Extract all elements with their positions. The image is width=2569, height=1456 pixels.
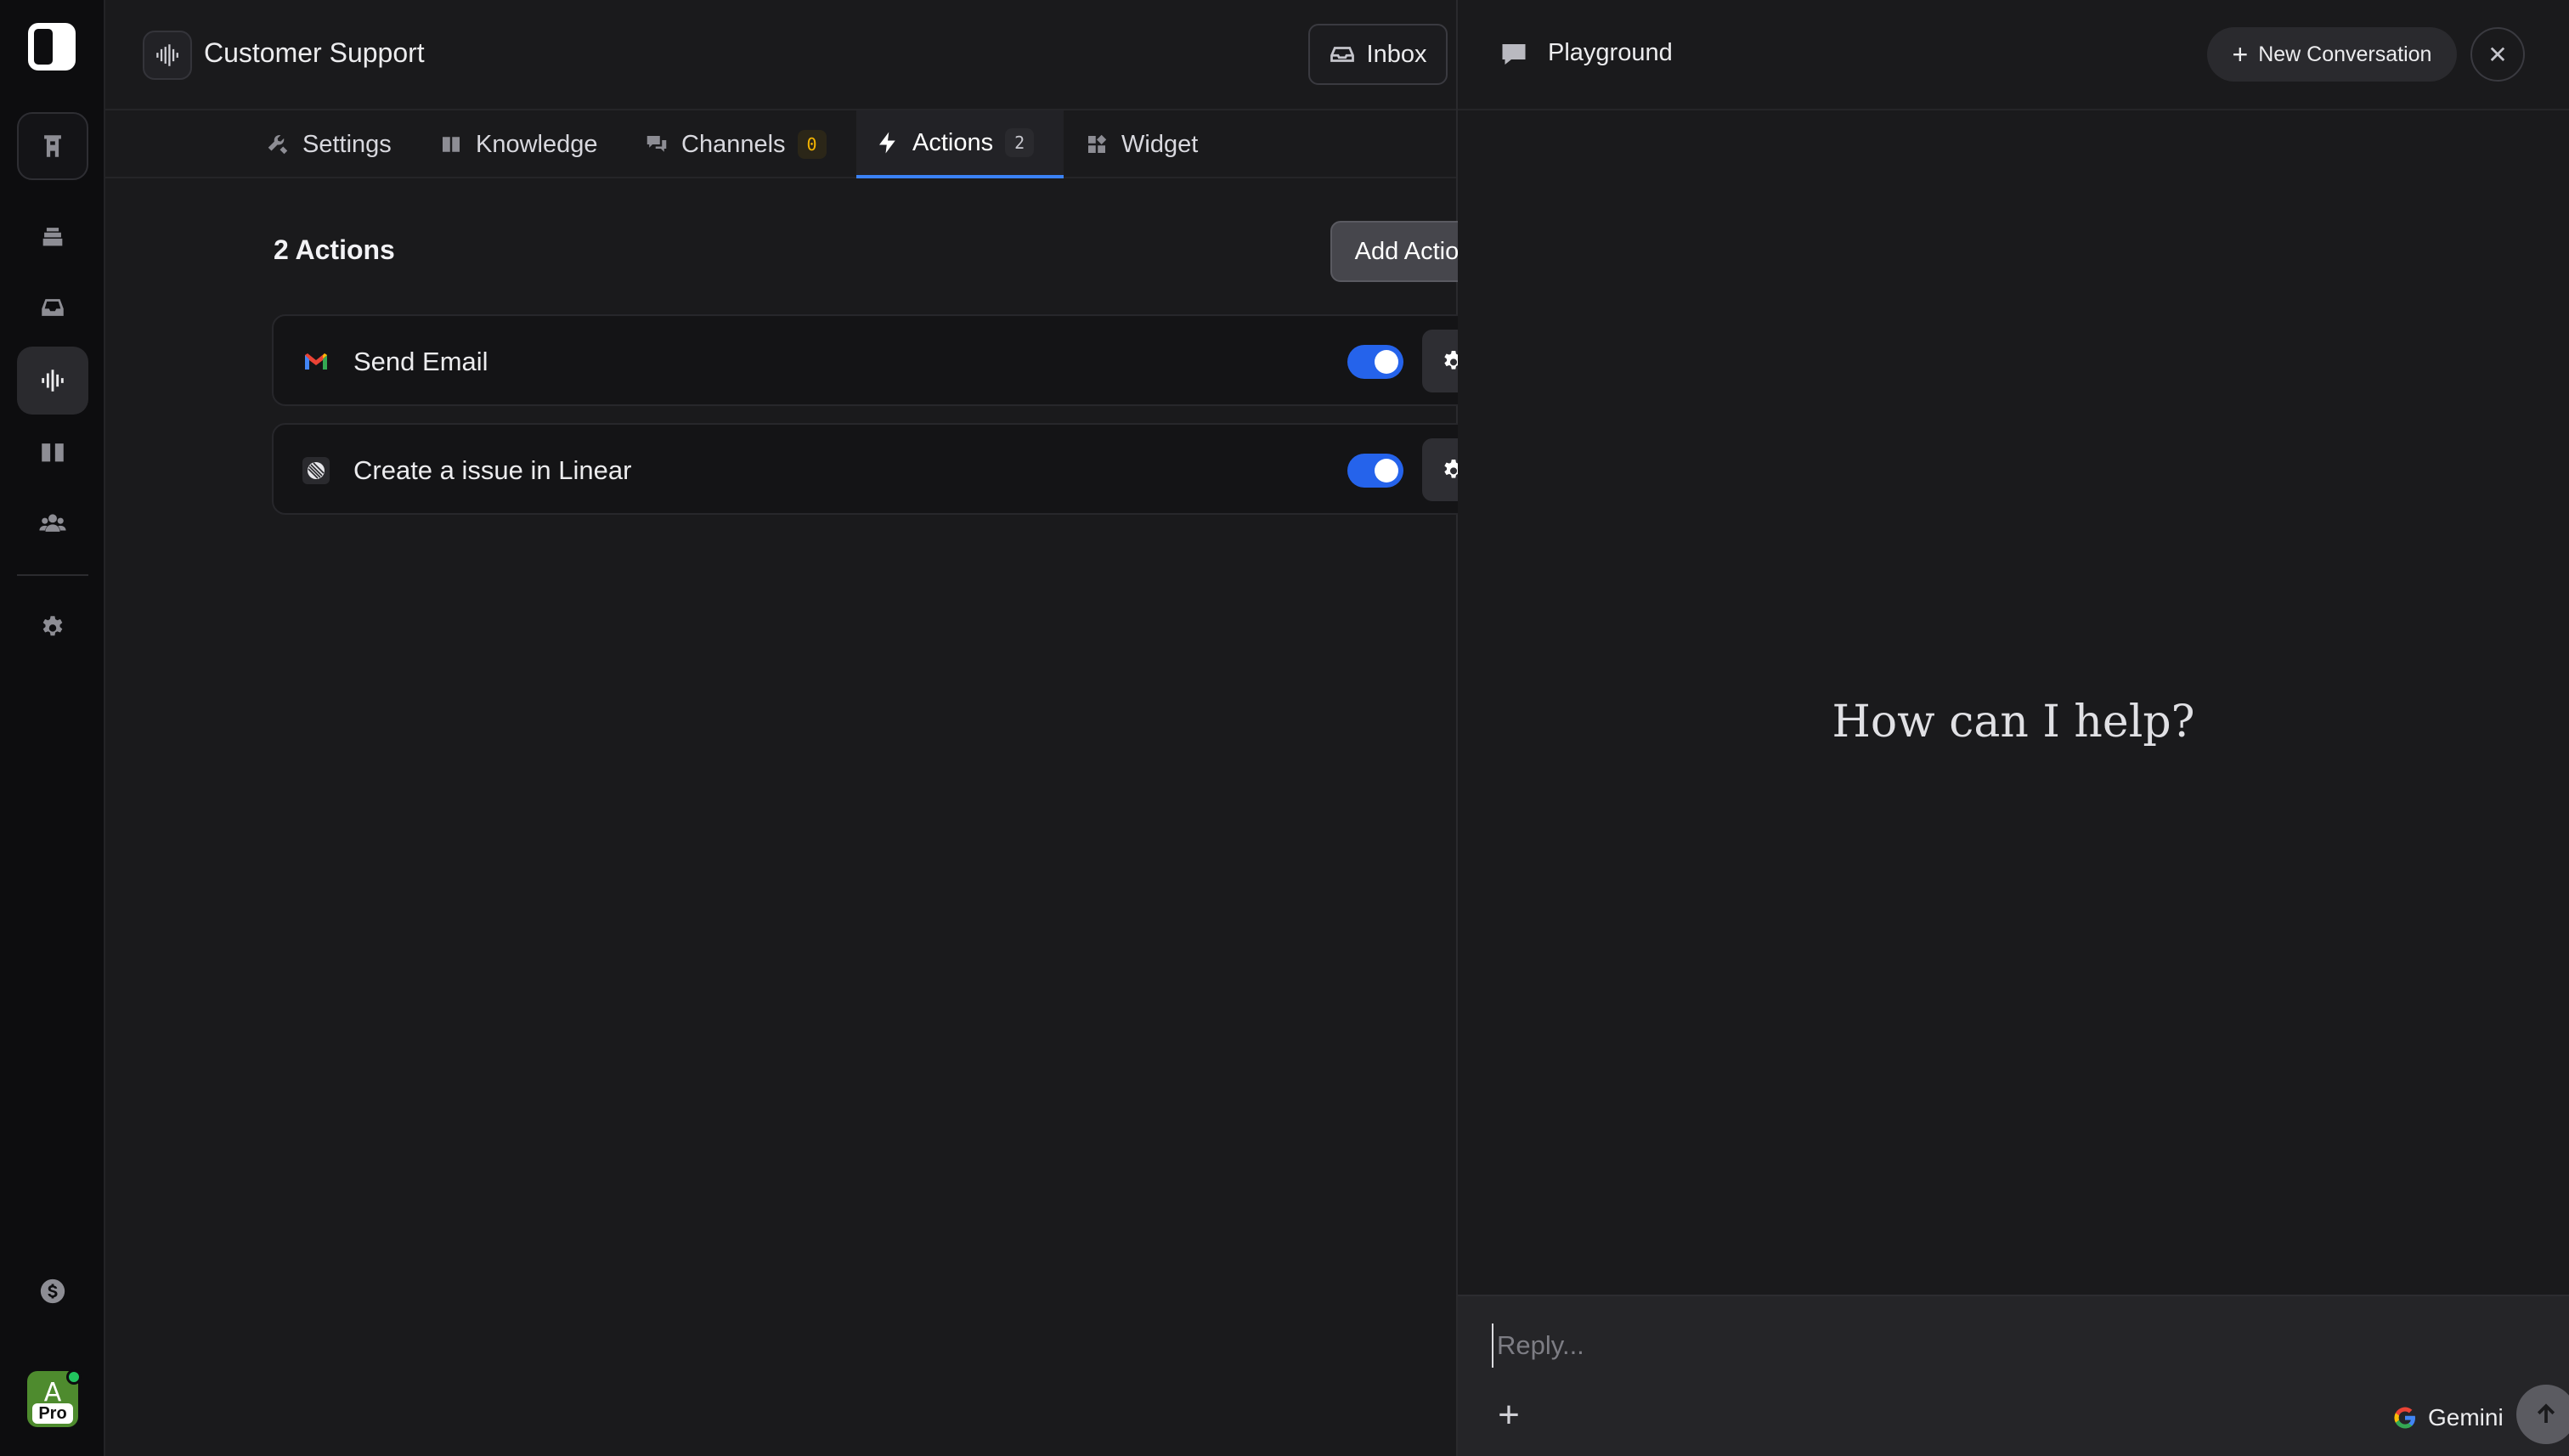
left-rail: A Pro <box>0 0 105 1456</box>
inbox-icon <box>1330 47 1354 62</box>
inbox-icon <box>42 299 64 316</box>
toggle-knob <box>1375 350 1398 374</box>
rail-item-settings[interactable] <box>17 593 88 661</box>
action-enabled-toggle[interactable] <box>1347 454 1403 488</box>
channels-count-badge: 0 <box>797 130 827 159</box>
app-window: A Pro Customer Support Inbox Settings Kn… <box>0 0 2569 1456</box>
new-conversation-button[interactable]: + New Conversation <box>2207 27 2457 82</box>
agent-tabs: Settings Knowledge Channels 0 Actions 2 … <box>105 110 1456 178</box>
chat-bubbles-icon <box>646 136 667 152</box>
tab-label: Settings <box>302 130 392 158</box>
playground-header: Playground + New Conversation ✕ <box>1458 0 2569 110</box>
inbox-button-label: Inbox <box>1366 40 1427 68</box>
book-icon <box>443 137 460 152</box>
page-title: Customer Support <box>204 37 425 68</box>
agent-header: Customer Support Inbox <box>105 0 1522 110</box>
online-status-dot <box>66 1369 82 1385</box>
tab-label: Actions <box>912 128 994 156</box>
message-composer: + Gemini <box>1458 1295 2569 1456</box>
sidebar-toggle-icon[interactable] <box>27 22 76 71</box>
tab-label: Channels <box>681 130 786 158</box>
playground-title: Playground <box>1548 39 1673 66</box>
lightning-icon <box>879 132 895 154</box>
playground-panel: Playground + New Conversation ✕ How can … <box>1458 0 2569 1456</box>
tab-actions[interactable]: Actions 2 <box>856 110 1064 178</box>
gear-icon <box>42 616 63 636</box>
layers-icon <box>42 228 63 246</box>
send-button[interactable] <box>2516 1385 2569 1444</box>
inbox-button[interactable]: Inbox <box>1308 24 1448 85</box>
actions-count-title: 2 Actions <box>274 234 395 265</box>
actions-count-badge: 2 <box>1005 128 1035 157</box>
action-enabled-toggle[interactable] <box>1347 345 1403 379</box>
workspace-switcher[interactable] <box>17 112 88 180</box>
dollar-circle-icon <box>40 1278 65 1304</box>
arrow-up-icon <box>2537 1403 2555 1423</box>
model-selector[interactable]: Gemini <box>2392 1397 2504 1439</box>
new-conversation-label: New Conversation <box>2258 42 2432 66</box>
book-icon <box>42 443 64 462</box>
action-name: Send Email <box>353 347 488 376</box>
plus-icon: + <box>2232 39 2249 70</box>
audio-wave-icon <box>42 370 64 392</box>
close-icon: ✕ <box>2487 41 2508 68</box>
rail-item-team[interactable] <box>17 489 88 557</box>
reply-input[interactable] <box>1492 1323 2494 1368</box>
chat-bubble-icon <box>1502 44 1526 65</box>
rail-item-inbox[interactable] <box>17 274 88 341</box>
tab-channels[interactable]: Channels 0 <box>625 110 845 178</box>
tools-icon <box>268 134 288 155</box>
close-playground-button[interactable]: ✕ <box>2470 27 2525 82</box>
tab-widget[interactable]: Widget <box>1065 110 1217 178</box>
model-name: Gemini <box>2428 1404 2504 1431</box>
tab-settings[interactable]: Settings <box>246 110 410 178</box>
rail-item-stack[interactable] <box>17 202 88 270</box>
toggle-knob <box>1375 459 1398 483</box>
plan-badge: Pro <box>32 1403 73 1424</box>
action-card[interactable]: Create a issue in Linear <box>272 423 1499 515</box>
agent-avatar <box>143 31 192 80</box>
gmail-icon <box>305 353 327 370</box>
rail-divider <box>17 574 88 576</box>
rail-item-knowledge[interactable] <box>17 418 88 486</box>
empty-state-greeting: How can I help? <box>1832 697 2195 748</box>
tab-knowledge[interactable]: Knowledge <box>420 110 617 178</box>
tab-label: Widget <box>1121 130 1199 158</box>
workspace-logo-icon <box>44 135 61 157</box>
users-icon <box>39 514 66 532</box>
audio-wave-icon <box>156 44 178 66</box>
rail-item-agents[interactable] <box>17 347 88 415</box>
action-name: Create a issue in Linear <box>353 455 632 485</box>
agent-panel: Customer Support Inbox Settings Knowledg… <box>105 0 1522 1456</box>
action-card[interactable]: Send Email <box>272 314 1499 406</box>
tab-label: Knowledge <box>476 130 598 158</box>
linear-icon <box>302 457 330 484</box>
rail-item-billing[interactable] <box>17 1257 88 1325</box>
google-icon <box>2394 1407 2415 1429</box>
grid-icon <box>1088 134 1107 153</box>
attach-button[interactable]: + <box>1488 1397 1529 1437</box>
